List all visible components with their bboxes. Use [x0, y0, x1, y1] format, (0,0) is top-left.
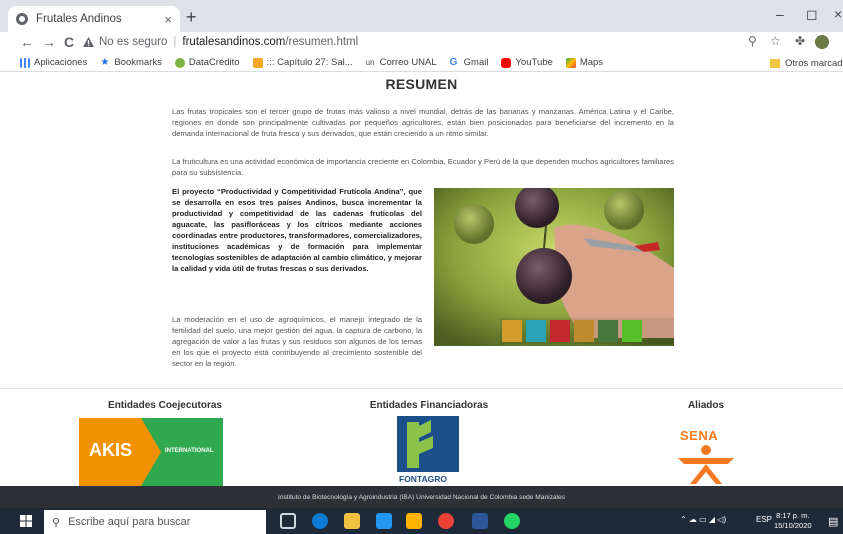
clock-time: 8:17 p. m. — [776, 511, 810, 520]
clock-date: 15/10/2020 — [774, 521, 812, 530]
close-window-button[interactable]: × — [834, 6, 842, 22]
browser-tab-strip: Frutales Andinos × + – ◻ × — [0, 0, 843, 32]
unal-icon: un — [365, 57, 375, 67]
windows-start-icon[interactable] — [20, 515, 32, 527]
word-icon[interactable] — [472, 513, 488, 529]
whatsapp-icon[interactable] — [504, 513, 520, 529]
bookmark-label: ::: Capítulo 27: Sal... — [266, 57, 353, 68]
profile-avatar[interactable] — [815, 35, 829, 49]
akis-text: AKIS — [89, 440, 133, 460]
paragraph-fruticultura: La fruticultura es una actividad económi… — [172, 157, 674, 177]
bookmark-other-label: Otros marcadores — [785, 57, 843, 69]
edge-icon[interactable] — [312, 513, 328, 529]
zoom-icon[interactable]: ⚲ — [748, 34, 757, 48]
folder-icon — [770, 58, 780, 68]
bookmark-label: Gmail — [463, 57, 489, 68]
bookmark-bookmarks[interactable]: ★ Bookmarks — [100, 57, 162, 68]
tray-icons[interactable]: ⌃ ☁ ▭ ◢ ◁) — [680, 515, 726, 524]
new-tab-button[interactable]: + — [186, 7, 197, 28]
paragraph-proyecto: El proyecto “Productividad y Competitivi… — [172, 187, 422, 273]
search-placeholder: Escribe aquí para buscar — [68, 516, 191, 528]
bookmark-label: Aplicaciones — [34, 57, 88, 68]
paragraph-moderacion: La moderación en el uso de agroquímicos,… — [172, 315, 422, 368]
akis-international-text: INTERNATIONAL — [165, 448, 214, 454]
datacredito-icon — [174, 57, 185, 68]
google-icon: G — [449, 56, 458, 68]
url-path: /resumen.html — [285, 36, 359, 48]
sena-logo[interactable]: SENA — [672, 428, 740, 486]
bookmarks-bar: Aplicaciones ★ Bookmarks DataCrédito ::: … — [0, 54, 843, 72]
page-footer: Instituto de Biotecnología y Agroindustr… — [0, 486, 843, 508]
bookmark-label: Bookmarks — [114, 57, 162, 68]
taskbar-search-input[interactable]: ⚲ Escribe aquí para buscar — [44, 510, 266, 534]
task-view-icon[interactable] — [280, 513, 296, 529]
financiadoras-title: Entidades Financiadoras — [369, 400, 489, 411]
security-label: No es seguro — [99, 36, 168, 48]
url-host: frutalesandinos.com — [182, 36, 286, 48]
page-title: RESUMEN — [385, 76, 458, 92]
url-separator: | — [173, 36, 177, 48]
bookmark-label: DataCrédito — [188, 57, 240, 68]
youtube-icon — [501, 57, 512, 68]
browser-toolbar: ← → C No es seguro | frutalesandinos.com… — [0, 32, 843, 54]
chrome-icon[interactable] — [438, 513, 454, 529]
paragraph-intro: Las frutas tropicales son el tercer grup… — [172, 107, 674, 138]
bookmark-correo-unal[interactable]: un Correo UNAL — [366, 57, 437, 68]
bookmark-other[interactable]: Otros marcadores — [770, 54, 843, 72]
search-icon: ⚲ — [52, 516, 61, 529]
page-content: RESUMEN Las frutas tropicales son el ter… — [0, 72, 843, 486]
bookmark-capitulo27[interactable]: ::: Capítulo 27: Sal... — [252, 57, 353, 68]
fontagro-logo[interactable]: FONTAGRO — [397, 416, 459, 486]
bookmark-datacredito[interactable]: DataCrédito — [174, 57, 240, 68]
sena-figure-graphic — [678, 445, 734, 484]
section-divider — [0, 388, 843, 389]
reload-button[interactable]: C — [60, 34, 78, 50]
footer-text: Instituto de Biotecnología y Agroindustr… — [278, 493, 565, 501]
folder-icon-taskbar[interactable] — [406, 513, 422, 529]
warning-icon — [83, 37, 94, 47]
star-bookmark-icon: ★ — [100, 56, 110, 68]
forward-button[interactable]: → — [40, 34, 58, 50]
maximize-button[interactable]: ◻ — [806, 6, 818, 23]
tab-title: Frutales Andinos — [36, 13, 122, 25]
fontagro-text: FONTAGRO — [399, 474, 448, 484]
bookmark-label: Correo UNAL — [379, 57, 437, 68]
coejecutoras-title: Entidades Coejecutoras — [108, 400, 222, 411]
language-indicator[interactable]: ESP — [756, 515, 772, 524]
bookmark-label: Maps — [579, 57, 604, 68]
bookmark-apps[interactable]: Aplicaciones — [20, 57, 87, 68]
close-tab-icon[interactable]: × — [164, 12, 172, 27]
aliados-title: Aliados — [687, 400, 725, 411]
back-button[interactable]: ← — [18, 34, 36, 50]
capitulo-icon — [252, 57, 263, 68]
bookmark-label: YouTube — [515, 57, 553, 68]
notification-icon[interactable]: ▤ — [828, 515, 838, 528]
star-icon[interactable]: ☆ — [770, 34, 781, 48]
bookmark-youtube[interactable]: YouTube — [501, 57, 553, 68]
globe-icon — [16, 13, 28, 25]
clock[interactable]: 8:17 p. m. 15/10/2020 — [774, 511, 812, 531]
tab-frutales-andinos[interactable]: Frutales Andinos × — [8, 6, 180, 32]
file-explorer-icon[interactable] — [344, 513, 360, 529]
maps-icon — [565, 57, 576, 68]
mail-icon[interactable] — [376, 513, 392, 529]
minimize-button[interactable]: – — [776, 6, 784, 22]
passion-fruit-photo — [434, 188, 674, 346]
extensions-icon[interactable]: ✤ — [795, 34, 805, 48]
bookmark-maps[interactable]: Maps — [565, 57, 604, 68]
akis-logo[interactable]: AKIS INTERNATIONAL — [79, 418, 223, 486]
address-bar[interactable]: No es seguro | frutalesandinos.com/resum… — [83, 32, 803, 52]
apps-grid-icon — [20, 57, 30, 68]
bookmark-gmail[interactable]: G Gmail — [450, 57, 489, 68]
